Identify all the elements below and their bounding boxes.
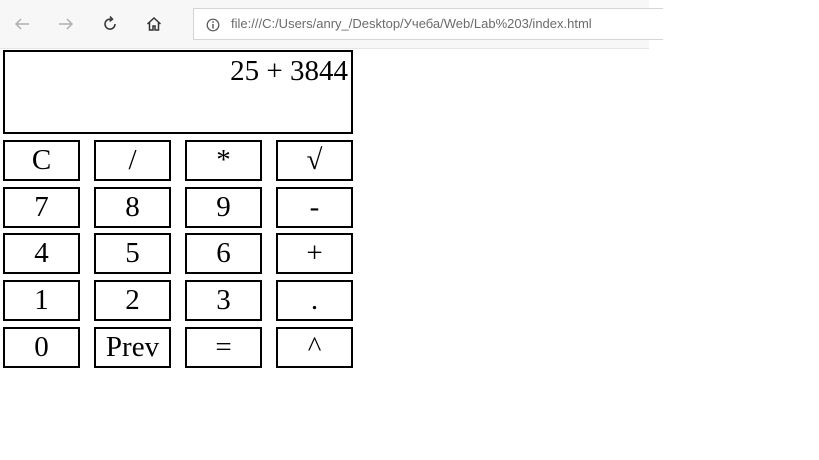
forward-arrow-icon xyxy=(59,18,74,30)
home-button[interactable] xyxy=(139,9,169,39)
prev-button[interactable]: Prev xyxy=(94,327,171,368)
five-button[interactable]: 5 xyxy=(94,233,171,274)
equals-button[interactable]: = xyxy=(185,327,262,368)
back-button[interactable] xyxy=(7,9,37,39)
one-button[interactable]: 1 xyxy=(3,280,80,321)
dot-button[interactable]: . xyxy=(276,280,353,321)
address-bar[interactable]: file:///C:/Users/anry_/Desktop/Учеба/Web… xyxy=(193,8,663,40)
multiply-button[interactable]: * xyxy=(185,140,262,181)
refresh-icon xyxy=(104,15,116,30)
url-text[interactable]: file:///C:/Users/anry_/Desktop/Учеба/Web… xyxy=(231,16,592,31)
six-button[interactable]: 6 xyxy=(185,233,262,274)
four-button[interactable]: 4 xyxy=(3,233,80,274)
three-button[interactable]: 3 xyxy=(185,280,262,321)
browser-toolbar: file:///C:/Users/anry_/Desktop/Учеба/Web… xyxy=(0,0,663,49)
back-arrow-icon xyxy=(14,18,29,30)
power-button[interactable]: ^ xyxy=(276,327,353,368)
nine-button[interactable]: 9 xyxy=(185,187,262,228)
seven-button[interactable]: 7 xyxy=(3,187,80,228)
clear-button[interactable]: C xyxy=(3,140,80,181)
info-icon[interactable] xyxy=(206,18,220,32)
home-icon xyxy=(146,16,162,31)
eight-button[interactable]: 8 xyxy=(94,187,171,228)
plus-button[interactable]: + xyxy=(276,233,353,274)
refresh-button[interactable] xyxy=(95,9,125,39)
two-button[interactable]: 2 xyxy=(94,280,171,321)
sqrt-button[interactable]: √ xyxy=(276,140,353,181)
forward-button[interactable] xyxy=(51,9,81,39)
minus-button[interactable]: - xyxy=(276,187,353,228)
zero-button[interactable]: 0 xyxy=(3,327,80,368)
divide-button[interactable]: / xyxy=(94,140,171,181)
calculator-display: 25 + 3844 xyxy=(3,50,353,134)
